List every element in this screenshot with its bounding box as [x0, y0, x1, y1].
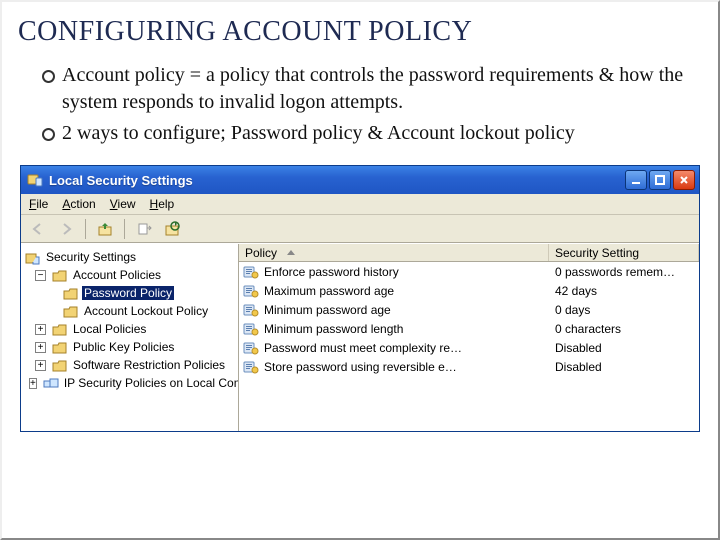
expand-icon[interactable]: +	[35, 342, 46, 353]
tree-item-local-policies[interactable]: + Local Policies	[25, 320, 238, 338]
tree-item-software-restriction-policies[interactable]: + Software Restriction Policies	[25, 356, 238, 374]
menu-help[interactable]: Help	[150, 197, 175, 211]
folder-icon	[63, 287, 78, 300]
policy-value: Disabled	[549, 341, 699, 355]
tree-item-account-policies[interactable]: − Account Policies	[25, 266, 238, 284]
sort-ascending-icon	[287, 250, 295, 255]
tree-label: Public Key Policies	[71, 340, 176, 354]
security-settings-icon	[25, 251, 40, 264]
tree-item-ip-security-policies[interactable]: + IP Security Policies on Local Computer	[25, 374, 238, 392]
tree-label: IP Security Policies on Local Computer	[62, 376, 239, 390]
policy-row[interactable]: Maximum password age 42 days	[239, 281, 699, 300]
ipsec-icon	[43, 377, 58, 390]
policy-item-icon	[243, 303, 259, 317]
local-security-settings-window: Local Security Settings File Action View…	[20, 165, 700, 432]
collapse-icon[interactable]: −	[35, 270, 46, 281]
tree-label: Password Policy	[82, 286, 174, 300]
window-titlebar[interactable]: Local Security Settings	[21, 166, 699, 194]
tree-label: Account Lockout Policy	[82, 304, 210, 318]
policy-name: Store password using reversible e…	[264, 360, 457, 374]
tree-label: Local Policies	[71, 322, 148, 336]
tree-label: Account Policies	[71, 268, 163, 282]
tree-label: Security Settings	[44, 250, 138, 264]
slide-title: CONFIGURING ACCOUNT POLICY	[18, 16, 706, 48]
policy-item-icon	[243, 322, 259, 336]
maximize-button[interactable]	[649, 170, 671, 190]
expand-icon[interactable]: +	[35, 360, 46, 371]
policy-row[interactable]: Minimum password age 0 days	[239, 300, 699, 319]
policy-name: Enforce password history	[264, 265, 399, 279]
bullet-list: Account policy = a policy that controls …	[42, 62, 696, 147]
up-button[interactable]	[94, 218, 116, 240]
policy-item-icon	[243, 341, 259, 355]
list-header: Policy Security Setting	[239, 244, 699, 262]
policy-row[interactable]: Store password using reversible e… Disabl…	[239, 357, 699, 376]
folder-icon	[63, 305, 78, 318]
tree-item-password-policy[interactable]: Password Policy	[25, 284, 238, 302]
bullet-item: 2 ways to configure; Password policy & A…	[42, 120, 696, 147]
menu-file[interactable]: File	[29, 197, 48, 211]
window-title: Local Security Settings	[49, 173, 625, 188]
policy-row[interactable]: Password must meet complexity re… Disable…	[239, 338, 699, 357]
policy-name: Minimum password length	[264, 322, 403, 336]
policy-row[interactable]: Minimum password length 0 characters	[239, 319, 699, 338]
folder-icon	[52, 323, 67, 336]
policy-value: 0 characters	[549, 322, 699, 336]
folder-icon	[52, 269, 67, 282]
tree-pane[interactable]: Security Settings − Account Policies Pas…	[21, 244, 239, 431]
minimize-button[interactable]	[625, 170, 647, 190]
policy-item-icon	[243, 284, 259, 298]
toolbar-separator	[85, 219, 86, 239]
list-pane: Policy Security Setting Enforce password…	[239, 244, 699, 431]
folder-icon	[52, 341, 67, 354]
tree-item-account-lockout-policy[interactable]: Account Lockout Policy	[25, 302, 238, 320]
policy-list: Enforce password history 0 passwords reme…	[239, 262, 699, 431]
menubar: File Action View Help	[21, 194, 699, 215]
bullet-item: Account policy = a policy that controls …	[42, 62, 696, 116]
policy-value: 0 passwords remem…	[549, 265, 699, 279]
back-button[interactable]	[27, 218, 49, 240]
policy-value: Disabled	[549, 360, 699, 374]
expand-icon[interactable]: +	[29, 378, 37, 389]
policy-value: 42 days	[549, 284, 699, 298]
tree-root[interactable]: Security Settings	[25, 248, 238, 266]
app-icon	[27, 172, 43, 188]
toolbar-separator	[124, 219, 125, 239]
forward-button[interactable]	[55, 218, 77, 240]
policy-item-icon	[243, 360, 259, 374]
refresh-button[interactable]	[161, 218, 183, 240]
policy-name: Maximum password age	[264, 284, 394, 298]
folder-icon	[52, 359, 67, 372]
close-button[interactable]	[673, 170, 695, 190]
policy-name: Password must meet complexity re…	[264, 341, 462, 355]
policy-value: 0 days	[549, 303, 699, 317]
policy-row[interactable]: Enforce password history 0 passwords reme…	[239, 262, 699, 281]
expand-icon[interactable]: +	[35, 324, 46, 335]
menu-view[interactable]: View	[110, 197, 136, 211]
menu-action[interactable]: Action	[62, 197, 95, 211]
toolbar	[21, 215, 699, 243]
tree-label: Software Restriction Policies	[71, 358, 227, 372]
column-header-policy[interactable]: Policy	[239, 244, 549, 261]
column-header-setting[interactable]: Security Setting	[549, 244, 699, 261]
policy-item-icon	[243, 265, 259, 279]
policy-name: Minimum password age	[264, 303, 391, 317]
tree-item-public-key-policies[interactable]: + Public Key Policies	[25, 338, 238, 356]
export-list-button[interactable]	[133, 218, 155, 240]
